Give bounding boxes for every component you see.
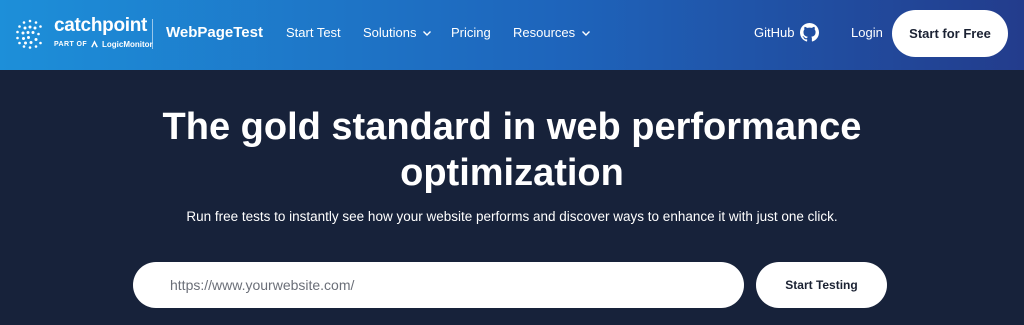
start-for-free-button[interactable]: Start for Free	[892, 10, 1008, 57]
parent-company-name: LogicMonitor	[102, 40, 153, 49]
website-url-input[interactable]	[133, 262, 744, 308]
catchpoint-logo[interactable]: catchpoint PART OF LogicMonitor	[13, 14, 153, 54]
nav-github[interactable]: GitHub	[754, 23, 820, 42]
hero-title: The gold standard in web performance opt…	[0, 104, 1024, 196]
brand-parent-tagline: PART OF LogicMonitor	[54, 40, 153, 49]
nav-github-label: GitHub	[754, 25, 795, 40]
start-testing-button[interactable]: Start Testing	[756, 262, 887, 308]
chevron-down-icon	[582, 30, 591, 36]
hero-subtitle: Run free tests to instantly see how your…	[186, 209, 838, 224]
chevron-down-icon	[423, 30, 432, 36]
hero-title-line-1: The gold standard in web performance	[162, 106, 862, 148]
hero-title-line-2: optimization	[400, 152, 624, 194]
top-navigation-bar: catchpoint PART OF LogicMonitor WebPageT…	[0, 0, 1024, 70]
product-name-link[interactable]: WebPageTest	[166, 24, 263, 41]
nav-divider	[152, 19, 153, 49]
nav-pricing-label: Pricing	[451, 25, 491, 40]
nav-start-test-label: Start Test	[286, 25, 341, 40]
catchpoint-globe-icon	[16, 19, 42, 49]
nav-resources-label: Resources	[513, 25, 576, 40]
nav-resources-dropdown[interactable]: Resources	[513, 25, 591, 40]
github-icon	[800, 23, 820, 42]
nav-solutions-label: Solutions	[363, 25, 417, 40]
logicmonitor-icon	[91, 40, 98, 48]
hero-section: The gold standard in web performance opt…	[0, 70, 1024, 325]
brand-name: catchpoint	[54, 15, 148, 36]
nav-pricing[interactable]: Pricing	[451, 25, 491, 40]
nav-start-test[interactable]: Start Test	[286, 25, 341, 40]
nav-login[interactable]: Login	[851, 25, 883, 40]
part-of-label: PART OF	[54, 41, 88, 48]
nav-login-label: Login	[851, 25, 883, 40]
nav-solutions-dropdown[interactable]: Solutions	[363, 25, 432, 40]
